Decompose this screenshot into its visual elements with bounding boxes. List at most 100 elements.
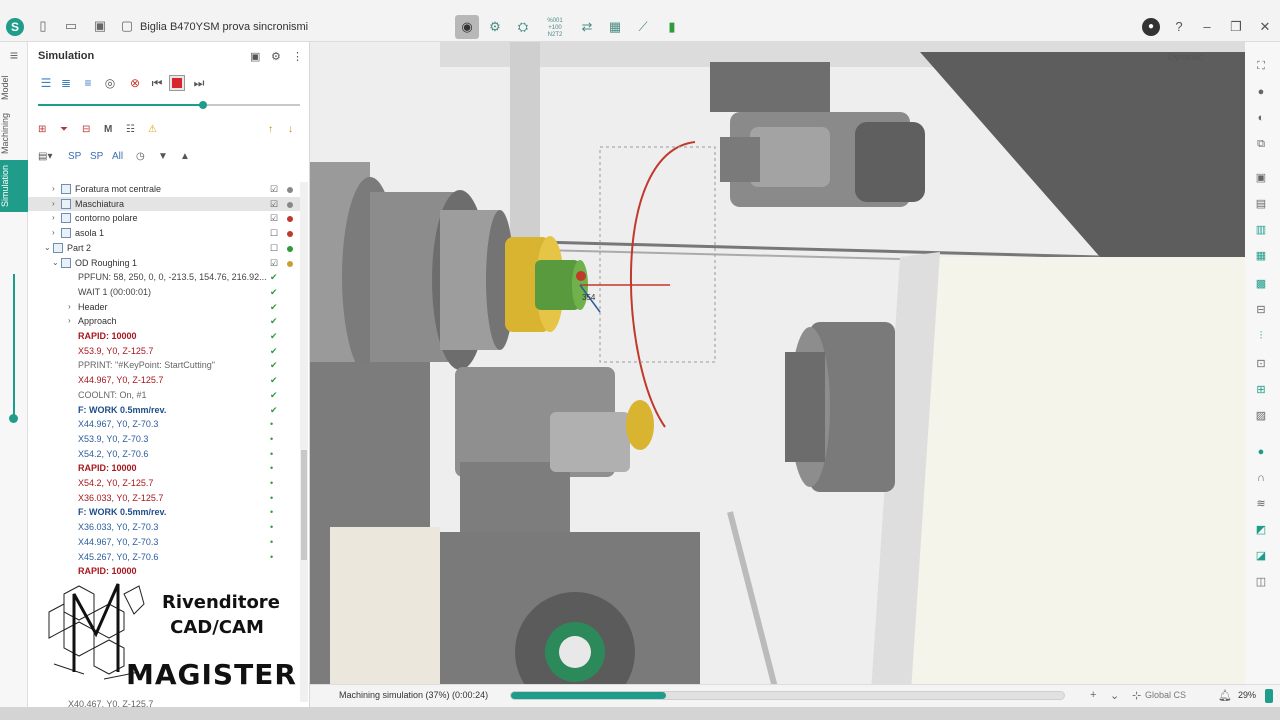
tree-expand-icon[interactable]: › — [68, 314, 71, 329]
tree-row[interactable]: › Foratura mot centrale ☑ — [28, 182, 300, 197]
step-list-icon[interactable]: ≣ — [58, 75, 74, 91]
sp-filter-1[interactable]: SP — [68, 149, 81, 165]
scroll-thumb[interactable] — [301, 450, 307, 560]
tree-row[interactable]: X44.967, Y0, Z-125.7 ✔ — [28, 373, 300, 388]
surface-icon-1[interactable]: ◩ — [1251, 520, 1271, 540]
tree-row[interactable]: X53.9, Y0, Z-125.7 ✔ — [28, 344, 300, 359]
tree-row[interactable]: X54.2, Y0, Z-125.7 • — [28, 476, 300, 491]
tree-row-check[interactable]: • — [270, 520, 273, 535]
tree-expand-icon[interactable]: ⌄ — [44, 241, 51, 256]
tree-row[interactable]: X44.967, Y0, Z-70.3 • — [28, 535, 300, 550]
tree-row-check[interactable]: • — [270, 505, 273, 520]
tree-row[interactable]: F: WORK 0.5mm/rev. ✔ — [28, 403, 300, 418]
filter-red-icon[interactable]: ⊞ — [38, 122, 46, 138]
ops-list-icon[interactable]: ≡ — [80, 75, 96, 91]
tree-row-check[interactable]: • — [270, 476, 273, 491]
render-sphere-icon[interactable]: ● — [1251, 82, 1271, 102]
tree-row[interactable]: ⌄ OD Roughing 1 ☑ — [28, 256, 300, 271]
tree-row[interactable]: COOLNT: On, #1 ✔ — [28, 388, 300, 403]
help-icon[interactable]: ? — [1170, 18, 1188, 36]
tab-model[interactable]: Model — [0, 72, 28, 104]
tree-row-check[interactable]: ☑ — [270, 256, 278, 271]
timeline-dot[interactable] — [9, 414, 18, 423]
m-code-filter[interactable]: M — [104, 122, 112, 138]
machine-view-icon[interactable]: ⚙ — [483, 15, 507, 39]
tree-row[interactable]: › contorno polare ☑ — [28, 211, 300, 226]
stock-icon[interactable]: ▮ — [660, 15, 684, 39]
stop-button[interactable] — [169, 75, 185, 91]
chart-icon[interactable]: ⟋ — [631, 15, 655, 39]
open-folder-icon[interactable]: ▭ — [64, 19, 78, 33]
menu-icon[interactable]: ≡ — [7, 48, 21, 62]
list-view-icon[interactable]: ☰ — [38, 75, 54, 91]
tree-row-check[interactable]: ☑ — [270, 211, 278, 226]
tree-row[interactable]: RAPID: 10000 • — [28, 461, 300, 476]
stock-view-icon[interactable]: ⊡ — [1251, 354, 1271, 374]
tree-row-check[interactable]: ✔ — [270, 300, 278, 315]
tree-row-check[interactable]: ✔ — [270, 314, 278, 329]
tree-row-check[interactable]: • — [270, 461, 273, 476]
sort-up-icon[interactable]: ↑ — [268, 122, 273, 138]
table-icon[interactable]: ▦ — [603, 15, 627, 39]
more-icon[interactable]: ⋮ — [292, 50, 303, 63]
list-filter-icon[interactable]: ☷ — [126, 122, 135, 138]
tree-row[interactable]: RAPID: 10000 — [28, 564, 300, 574]
machine-part-icon-3[interactable]: ▥ — [1251, 220, 1271, 240]
tree-row[interactable]: F: WORK 0.5mm/rev. • — [28, 505, 300, 520]
tree-expand-icon[interactable]: › — [52, 226, 55, 241]
tab-machining[interactable]: Machining — [0, 110, 28, 156]
sort-down-icon[interactable]: ↓ — [288, 122, 293, 138]
tree-row-check[interactable]: ✔ — [270, 403, 278, 418]
surface-icon-3[interactable]: ◫ — [1251, 572, 1271, 592]
tree-row[interactable]: ⌄ Part 2 ☐ — [28, 241, 300, 256]
all-filter[interactable]: All — [112, 149, 123, 165]
tree-row[interactable]: PPRINT: "#KeyPoint: StartCutting" ✔ — [28, 358, 300, 373]
clock-icon[interactable]: ◷ — [136, 149, 145, 165]
simulation-icon[interactable]: ◉ — [455, 15, 479, 39]
restore-icon[interactable]: ❐ — [1227, 18, 1245, 36]
view-mode-label[interactable]: Dynamic — [1168, 52, 1203, 62]
tree-row[interactable]: RAPID: 10000 ✔ — [28, 329, 300, 344]
tool-assembly-icon[interactable]: ⊟ — [1251, 300, 1271, 320]
toolpath-dot-icon[interactable]: ● — [1251, 442, 1271, 462]
sp-filter-2[interactable]: SP — [90, 149, 103, 165]
tree-row-check[interactable]: ✔ — [270, 344, 278, 359]
coordinate-system-label[interactable]: Global CS — [1145, 690, 1186, 700]
add-icon[interactable]: + — [1090, 689, 1096, 701]
save-state-icon[interactable]: ▣ — [250, 50, 260, 63]
sync-icon[interactable]: ⇄ — [575, 15, 599, 39]
tree-row-check[interactable]: ✔ — [270, 270, 278, 285]
target-icon[interactable]: ◎ — [102, 75, 118, 91]
tree-row[interactable]: › Maschiatura ☑ — [28, 196, 300, 212]
expand-icon[interactable]: ▲ — [180, 149, 190, 165]
machine-part-icon-4[interactable]: ▦ — [1251, 246, 1271, 266]
tree-expand-icon[interactable]: › — [52, 211, 55, 226]
cancel-icon[interactable]: ⊗ — [127, 75, 143, 91]
part-view-icon[interactable]: ⊞ — [1251, 380, 1271, 400]
tree-row-check[interactable]: ☐ — [270, 226, 278, 241]
notification-icon[interactable]: 🔔︎ — [1218, 689, 1232, 702]
simulation-slider[interactable] — [38, 101, 300, 109]
machine-scene[interactable]: 354 — [310, 42, 1245, 707]
tree-row[interactable]: › asola 1 ☐ — [28, 226, 300, 241]
tree-row[interactable]: X53.9, Y0, Z-70.3 • — [28, 432, 300, 447]
tree-row-check[interactable]: ☑ — [270, 197, 278, 212]
tree-row-check[interactable]: ✔ — [270, 388, 278, 403]
hatch-view-icon[interactable]: ▨ — [1251, 406, 1271, 426]
filter-clear-icon[interactable]: ⊟ — [82, 122, 90, 138]
step-back-icon[interactable]: ⏮ — [149, 75, 165, 91]
tree-row-check[interactable]: • — [270, 491, 273, 506]
tree-row-check[interactable]: ✔ — [270, 285, 278, 300]
collapse-icon[interactable]: ▼ — [158, 149, 168, 165]
tree-row[interactable]: X54.2, Y0, Z-70.6 • — [28, 447, 300, 462]
section-view-icon[interactable]: ⧉ — [1251, 134, 1271, 154]
shaded-view-icon[interactable]: ◐ — [1251, 108, 1271, 128]
step-forward-icon[interactable]: ⏭ — [191, 75, 207, 91]
toolpath-lines-icon[interactable]: ≋ — [1251, 494, 1271, 514]
filter-funnel-icon[interactable]: ⏷ — [60, 122, 68, 138]
surface-icon-2[interactable]: ◪ — [1251, 546, 1271, 566]
warning-filter-icon[interactable]: ⚠ — [148, 122, 157, 138]
chevron-down-icon[interactable]: ⌄ — [1110, 689, 1119, 702]
machine-part-icon-2[interactable]: ▤ — [1251, 194, 1271, 214]
tree-expand-icon[interactable]: › — [52, 197, 55, 212]
